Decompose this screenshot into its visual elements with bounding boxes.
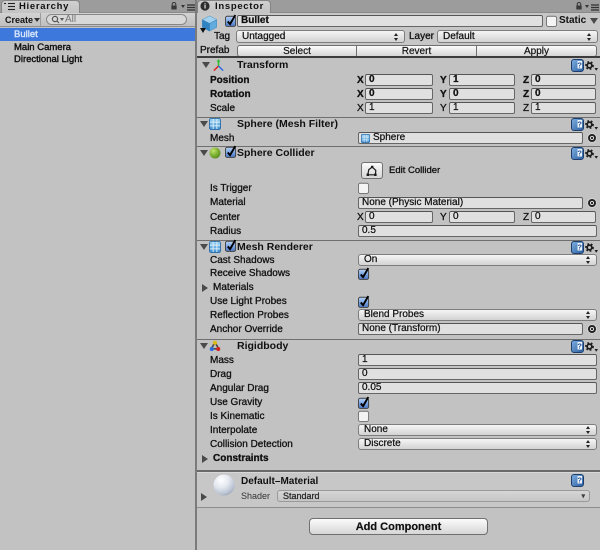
svg-text:i: i	[204, 2, 206, 11]
